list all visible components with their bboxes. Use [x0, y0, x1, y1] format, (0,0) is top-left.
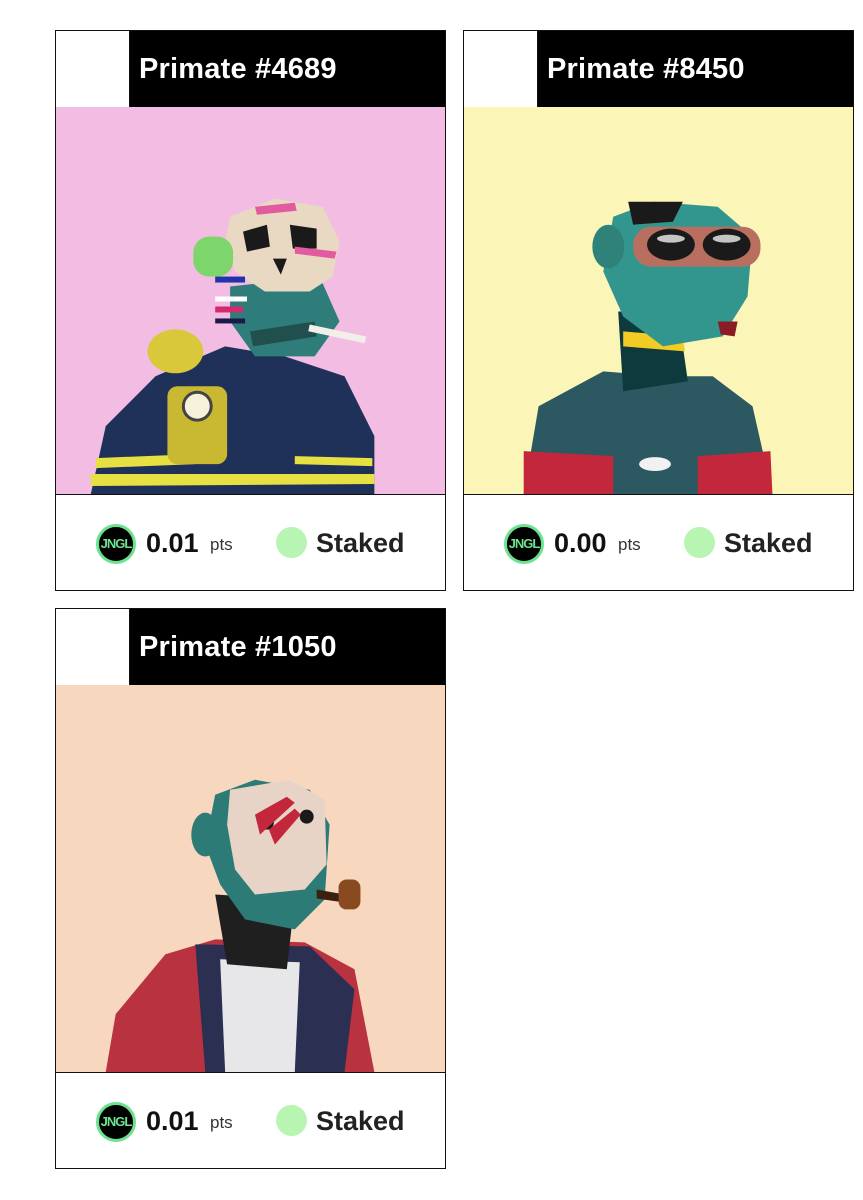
select-checkbox[interactable]: [464, 31, 538, 107]
nft-card[interactable]: Primate #1050 JNGL 0.01 pts Staked: [55, 608, 446, 1169]
status-label: Staked: [724, 528, 813, 558]
card-footer: JNGL 0.01 pts Staked: [56, 495, 445, 590]
nft-image[interactable]: [56, 107, 445, 495]
card-title: Primate #4689: [130, 31, 445, 107]
points-value: 0.01: [146, 528, 199, 558]
status-dot-icon: [276, 527, 307, 558]
card-footer: JNGL 0.01 pts Staked: [56, 1073, 445, 1168]
card-footer: JNGL 0.00 pts Staked: [464, 495, 853, 590]
jngl-token-icon: JNGL: [96, 1102, 136, 1142]
primate-skull-mask-art: [56, 107, 445, 494]
points-value: 0.01: [146, 1106, 199, 1136]
primate-hockey-mask-art: [56, 685, 445, 1072]
nft-image[interactable]: [464, 107, 853, 495]
card-header: Primate #8450: [464, 31, 853, 107]
points-unit: pts: [210, 1113, 233, 1132]
nft-image[interactable]: [56, 685, 445, 1073]
points-unit: pts: [210, 535, 233, 554]
status-dot-icon: [684, 527, 715, 558]
select-checkbox[interactable]: [56, 609, 130, 685]
card-header: Primate #1050: [56, 609, 445, 685]
status-dot-icon: [276, 1105, 307, 1136]
status-label: Staked: [316, 528, 405, 558]
card-title: Primate #8450: [538, 31, 853, 107]
points-value: 0.00: [554, 528, 607, 558]
primate-goggles-art: [464, 107, 853, 494]
jngl-token-icon: JNGL: [96, 524, 136, 564]
points-unit: pts: [618, 535, 641, 554]
nft-card[interactable]: Primate #4689 JNGL 0.01 pts Staked: [55, 30, 446, 591]
card-title: Primate #1050: [130, 609, 445, 685]
nft-card[interactable]: Primate #8450 JNGL 0.00 pts Staked: [463, 30, 854, 591]
select-checkbox[interactable]: [56, 31, 130, 107]
jngl-token-icon: JNGL: [504, 524, 544, 564]
card-header: Primate #4689: [56, 31, 445, 107]
status-label: Staked: [316, 1106, 405, 1136]
